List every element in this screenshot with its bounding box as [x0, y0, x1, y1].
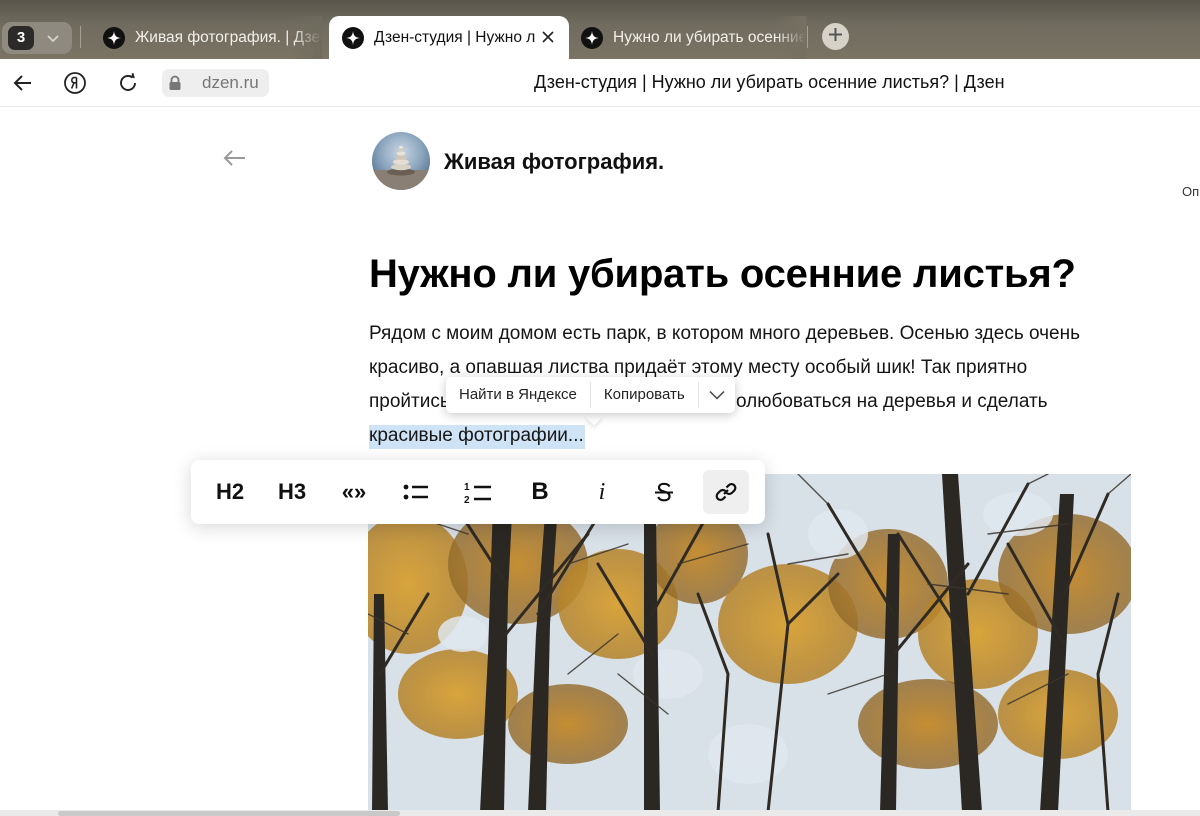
plus-icon [828, 27, 843, 47]
editor-back-button[interactable] [222, 148, 248, 168]
browser-toolbar: dzen.ru Дзен-студия | Нужно ли убирать о… [0, 59, 1200, 107]
back-arrow-icon [13, 75, 31, 91]
bulleted-list-icon [403, 484, 428, 500]
horizontal-scrollbar[interactable] [58, 811, 400, 816]
svg-text:2: 2 [464, 495, 470, 504]
page-title: Дзен-студия | Нужно ли убирать осенние л… [534, 72, 1005, 92]
article-headline[interactable]: Нужно ли убирать осенние листья? [369, 252, 1076, 297]
heading-2-button[interactable]: H2 [207, 470, 253, 514]
lock-icon [169, 75, 181, 90]
search-in-yandex-button[interactable]: Найти в Яндексе [446, 377, 590, 413]
channel-avatar[interactable] [372, 132, 430, 190]
back-arrow-icon [223, 150, 245, 166]
bulleted-list-button[interactable] [393, 470, 439, 514]
tab-studio[interactable]: Дзен-студия | Нужно ли убирать осенние л… [329, 16, 569, 59]
browser-tab-strip: 3 Живая фотография. | Дзен Дзен-студия |… [0, 0, 1200, 59]
copy-button[interactable]: Копировать [591, 377, 698, 413]
more-options-button[interactable] [699, 377, 735, 413]
paragraph-line[interactable]: пройтись [369, 391, 450, 413]
tab-article[interactable]: Нужно ли убирать осенние листья? [568, 16, 806, 59]
quote-button[interactable]: «» [331, 470, 377, 514]
zen-star-icon [342, 26, 364, 49]
paragraph-line[interactable]: олюбоваться на деревья и сделать [736, 391, 1048, 413]
link-button[interactable] [703, 470, 749, 514]
strikethrough-button[interactable] [641, 470, 687, 514]
tab-channel[interactable]: Живая фотография. | Дзен [90, 16, 322, 59]
selection-context-menu: Найти в Яндексе Копировать [446, 377, 735, 413]
article-photo[interactable] [368, 474, 1131, 812]
reload-icon [120, 72, 136, 91]
paragraph-line[interactable]: красиво, а опавшая листва придаёт этому … [369, 357, 1027, 379]
tab-separator [80, 26, 81, 48]
new-tab-button[interactable] [822, 23, 849, 50]
close-icon[interactable] [541, 27, 555, 52]
back-button[interactable] [10, 70, 36, 96]
zen-star-icon [103, 26, 125, 49]
yandex-logo-icon [64, 72, 86, 94]
strikethrough-icon [655, 482, 673, 502]
numbered-list-button[interactable]: 1 2 [455, 470, 501, 514]
yandex-button[interactable] [62, 70, 88, 96]
tab-separator [807, 26, 808, 48]
selected-text[interactable]: красивые фотографии... [369, 425, 585, 449]
chevron-down-icon [709, 390, 725, 400]
chevron-down-icon [46, 28, 60, 53]
site-info-button[interactable] [162, 69, 188, 97]
bold-button[interactable]: B [517, 470, 563, 514]
svg-text:1: 1 [464, 482, 470, 493]
italic-button[interactable]: i [579, 470, 625, 514]
channel-name[interactable]: Живая фотография. [444, 149, 664, 175]
tab-count: 3 [8, 26, 34, 50]
reload-button[interactable] [115, 70, 141, 96]
format-toolbar: H2 H3 «» 1 2 B i [191, 460, 765, 524]
side-panel-text: Оп [1182, 184, 1200, 199]
numbered-list-icon: 1 2 [464, 482, 491, 504]
url-field[interactable]: dzen.ru [188, 69, 269, 97]
heading-3-button[interactable]: H3 [269, 470, 315, 514]
link-icon [715, 483, 737, 501]
tab-title: Дзен-студия | Нужно ли убирать осенние л… [374, 28, 536, 46]
paragraph-line[interactable]: Рядом с моим домом есть парк, в котором … [369, 323, 1080, 345]
tab-counter-button[interactable]: 3 [2, 22, 72, 54]
zen-star-icon [581, 26, 603, 49]
